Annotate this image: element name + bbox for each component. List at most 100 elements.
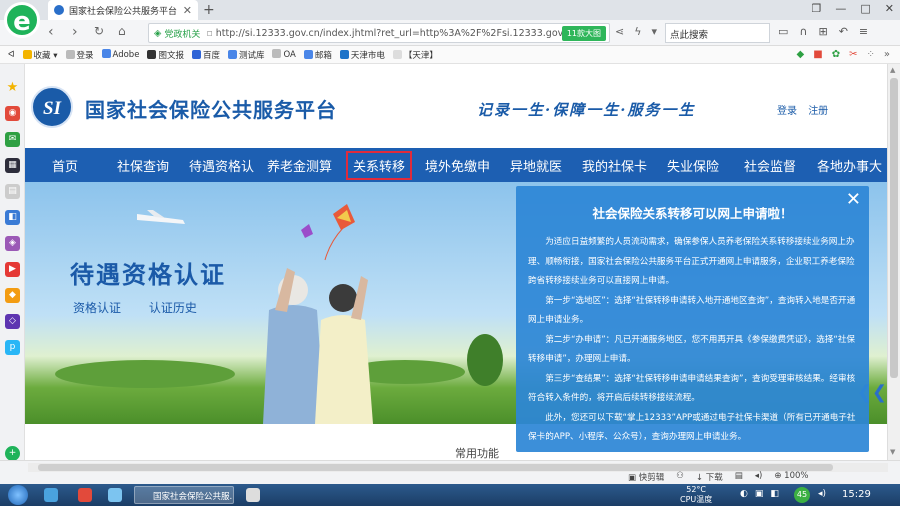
game-icon[interactable]: ◆ xyxy=(5,288,20,303)
quick-clip-button[interactable]: ▣ 快剪辑 xyxy=(628,471,664,483)
url-text[interactable]: http://si.12333.gov.cn/index.jhtml?ret_u… xyxy=(216,28,562,39)
maximize-icon[interactable]: □ xyxy=(860,2,870,15)
browser-tab[interactable]: 国家社会保险公共服务平台 ✕ xyxy=(48,0,198,20)
app-icon[interactable] xyxy=(78,488,92,502)
share-icon[interactable]: ⋖ xyxy=(615,25,624,38)
document-icon[interactable]: ▤ xyxy=(5,184,20,199)
vertical-scrollbar[interactable]: ▲ ▼ xyxy=(887,64,900,460)
cert-history-link[interactable]: 认证历史 xyxy=(149,301,197,315)
bookmark-item[interactable]: 测试库 xyxy=(227,49,264,61)
explorer-icon[interactable] xyxy=(44,488,58,502)
nav-item-home[interactable]: 首页 xyxy=(52,156,78,175)
taskbar-browser-task[interactable]: 国家社会保险公共服... xyxy=(134,486,234,504)
weibo-icon[interactable]: ◉ xyxy=(5,106,20,121)
bookmarks-collapse-icon[interactable]: ᐊ xyxy=(8,50,15,60)
star-icon[interactable]: ★ xyxy=(5,80,20,95)
bolt-icon[interactable]: ϟ xyxy=(634,25,641,38)
nav-item-local-services[interactable]: 各地办事大 xyxy=(817,156,882,175)
headphone-icon[interactable]: ∩ xyxy=(799,25,807,38)
status-icon[interactable]: ⚇ xyxy=(676,471,684,483)
tray-icon[interactable]: ◧ xyxy=(770,489,779,499)
restore-icon[interactable]: ❐ xyxy=(812,2,822,15)
popup-paragraph: 第一步“选地区”：选择“社保转移申请转入地开通地区查询”，查询转入地是否开通网上… xyxy=(528,295,856,326)
mail-icon[interactable]: ✉ xyxy=(5,132,20,147)
shield-icon[interactable]: ◆ xyxy=(797,49,805,60)
notification-badge[interactable]: 45 xyxy=(794,487,810,503)
system-tray: ◐ ▣ ◧ xyxy=(740,489,779,499)
scroll-thumb[interactable] xyxy=(890,78,898,378)
game-icon[interactable]: ◇ xyxy=(5,314,20,329)
browser-tabbar: 国家社会保险公共服务平台 ✕ + ❐ — □ ✕ xyxy=(0,0,900,20)
reload-icon[interactable]: ↻ xyxy=(94,24,104,38)
bookmark-item[interactable]: 邮箱 xyxy=(303,49,332,61)
scroll-up-icon[interactable]: ▲ xyxy=(890,66,895,74)
app-icon[interactable] xyxy=(108,488,122,502)
nav-item-remote-medical[interactable]: 异地就医 xyxy=(510,156,562,175)
new-tab-icon[interactable]: + xyxy=(203,2,215,18)
nav-item-overseas[interactable]: 境外免缴申 xyxy=(425,156,490,175)
home-icon[interactable]: ⌂ xyxy=(118,24,126,38)
bookmark-favorites[interactable]: 收藏 ▾ xyxy=(22,49,58,61)
bookmark-item[interactable]: 【天津】 xyxy=(392,49,438,61)
grid-icon[interactable]: ⁘ xyxy=(866,49,874,60)
menu-icon[interactable]: ≡ xyxy=(859,25,868,38)
nav-item-supervision[interactable]: 社会监督 xyxy=(744,156,796,175)
app-icon[interactable]: ■ xyxy=(813,49,822,60)
register-link[interactable]: 注册 xyxy=(808,106,828,117)
dropdown-icon[interactable]: ▾ xyxy=(651,25,657,38)
video-icon[interactable]: ▶ xyxy=(5,262,20,277)
nav-item-query[interactable]: 社保查询 xyxy=(117,156,169,175)
app-icon[interactable]: ▦ xyxy=(5,158,20,173)
zoom-level[interactable]: ⊕ 100% xyxy=(774,471,808,483)
chat-icon[interactable]: ◧ xyxy=(5,210,20,225)
battery-icon[interactable]: ▭ xyxy=(778,25,788,38)
page-icon[interactable]: ▤ xyxy=(735,471,743,483)
add-icon[interactable]: + xyxy=(5,446,20,461)
bookmark-item[interactable]: 图文报 xyxy=(147,49,184,61)
leaf-icon[interactable]: ✿ xyxy=(832,49,840,60)
popup-paragraph: 为适应日益频繁的人员流动需求，确保参保人员养老保险关系转移接续业务网上办理、顺畅… xyxy=(528,237,855,286)
close-window-icon[interactable]: ✕ xyxy=(885,2,894,15)
banner-title[interactable]: 待遇资格认证 xyxy=(70,255,226,290)
nav-item-unemployment[interactable]: 失业保险 xyxy=(667,156,719,175)
url-field[interactable]: ◈ 党政机关 ▫ http://si.12333.gov.cn/index.jh… xyxy=(148,23,610,43)
site-logo[interactable]: SI xyxy=(31,86,73,128)
cpu-temperature: 52°C CPU温度 xyxy=(680,485,713,504)
bookmark-item[interactable]: OA xyxy=(272,49,296,60)
start-button[interactable] xyxy=(8,485,28,505)
back-icon[interactable]: ‹ xyxy=(48,24,54,40)
bookmark-item[interactable]: 登录 xyxy=(65,49,94,61)
bookmark-item[interactable]: Adobe xyxy=(101,49,139,60)
minimize-icon[interactable]: — xyxy=(835,2,846,15)
clock[interactable]: 15:29 xyxy=(842,489,871,500)
url-badge[interactable]: 11款大图 xyxy=(561,25,606,41)
nav-item-qualification[interactable]: 待遇资格认 xyxy=(189,156,254,175)
more-icon[interactable]: » xyxy=(884,49,890,60)
tray-icon[interactable]: ◐ xyxy=(740,489,748,499)
nav-item-transfer[interactable]: 关系转移 xyxy=(346,151,413,180)
tray-icon[interactable]: ▣ xyxy=(755,489,764,499)
nav-item-social-card[interactable]: 我的社保卡 xyxy=(582,156,647,175)
address-bar: ‹ › ↻ ⌂ ◈ 党政机关 ▫ http://si.12333.gov.cn/… xyxy=(0,20,900,46)
undo-icon[interactable]: ↶ xyxy=(839,25,848,38)
scissors-icon[interactable]: ✂ xyxy=(849,49,857,60)
game-icon[interactable]: ◈ xyxy=(5,236,20,251)
login-link[interactable]: 登录 xyxy=(777,106,797,117)
search-input[interactable]: 点此搜索 xyxy=(665,23,770,43)
tab-close-icon[interactable]: ✕ xyxy=(183,4,192,17)
scroll-down-icon[interactable]: ▼ xyxy=(890,448,895,456)
forward-icon[interactable]: › xyxy=(72,24,78,40)
qualification-cert-link[interactable]: 资格认证 xyxy=(73,301,121,315)
volume-icon[interactable]: ◂) xyxy=(755,471,763,483)
bookmark-item[interactable]: 天津市电 xyxy=(339,49,385,61)
volume-icon[interactable]: ◂) xyxy=(818,489,826,499)
bookmark-item[interactable]: 百度 xyxy=(191,49,220,61)
scroll-thumb[interactable] xyxy=(38,464,833,471)
site-title[interactable]: 国家社会保险公共服务平台 xyxy=(85,94,337,123)
app-icon[interactable] xyxy=(246,488,260,502)
grid-icon[interactable]: ⊞ xyxy=(818,25,827,38)
download-button[interactable]: ↓ 下载 xyxy=(696,471,723,483)
nav-item-pension-calc[interactable]: 养老金测算 xyxy=(267,156,332,175)
p-icon[interactable]: p xyxy=(5,340,20,355)
browser-logo-icon[interactable]: e xyxy=(4,2,40,38)
